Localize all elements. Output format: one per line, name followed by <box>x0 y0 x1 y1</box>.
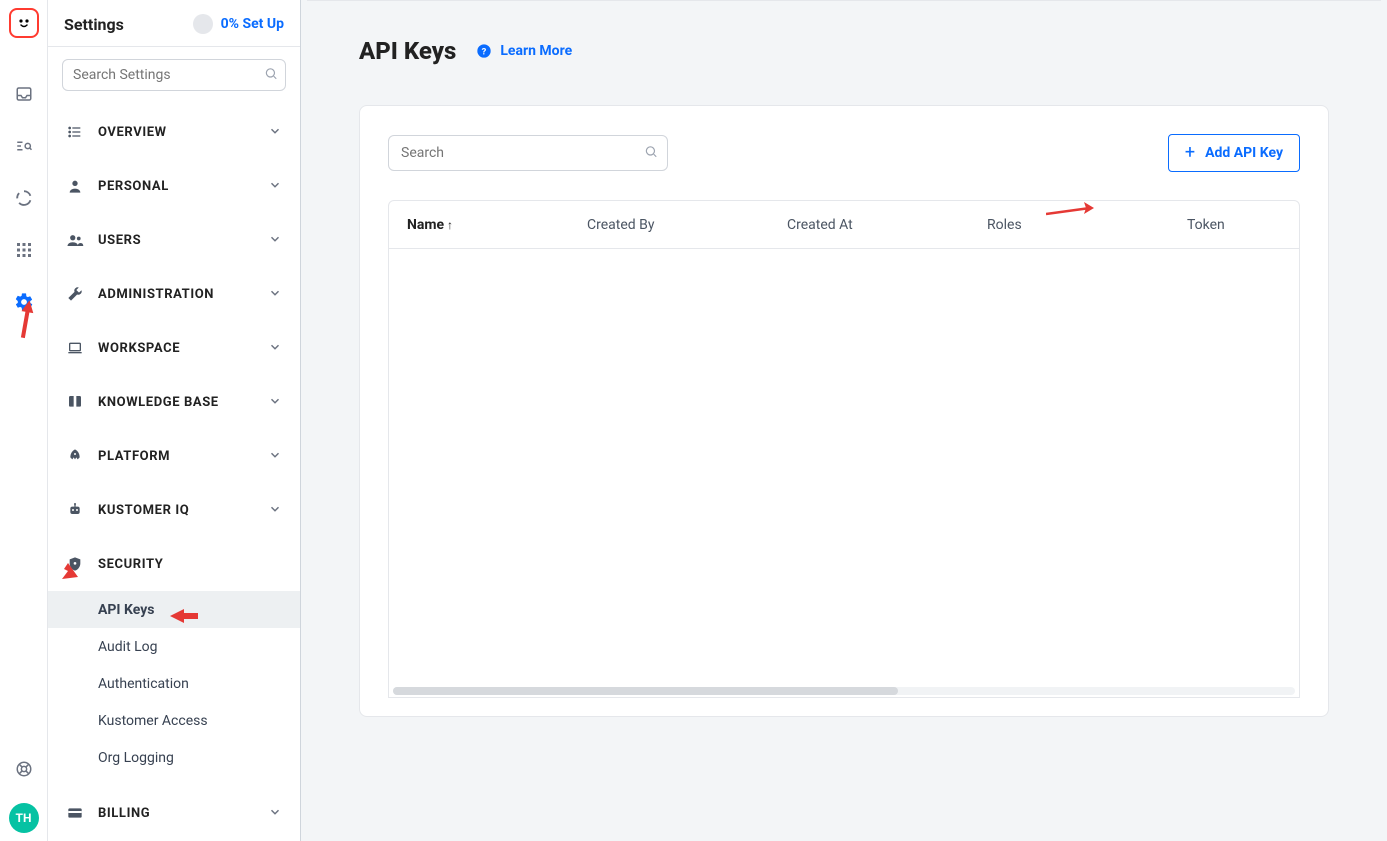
sort-asc-icon: ↑ <box>444 218 453 232</box>
nav-label: WORKSPACE <box>98 341 180 356</box>
nav-label: BILLING <box>98 806 150 821</box>
list-icon <box>66 124 84 140</box>
nav-label: PLATFORM <box>98 449 170 464</box>
nav-label: KNOWLEDGE BASE <box>98 395 219 410</box>
page-title-sidebar: Settings <box>64 15 124 34</box>
api-keys-table: Name ↑ Created By Created At Roles Token <box>388 200 1300 698</box>
chevron-down-icon <box>268 447 282 466</box>
nav-item-api-keys[interactable]: API Keys <box>48 591 300 628</box>
rail-help[interactable] <box>4 743 44 795</box>
nav-label: ADMINISTRATION <box>98 287 214 302</box>
nav-label: PERSONAL <box>98 179 169 194</box>
page-title: API Keys <box>359 37 456 65</box>
table-search-input[interactable] <box>388 135 668 171</box>
app-logo[interactable] <box>9 8 39 38</box>
search-icon <box>644 144 658 163</box>
user-avatar[interactable]: TH <box>9 803 39 833</box>
left-rail: TH <box>0 0 48 841</box>
settings-search <box>62 59 286 91</box>
add-api-key-button[interactable]: + Add API Key <box>1168 134 1300 172</box>
column-roles[interactable]: Roles <box>969 217 1169 233</box>
nav-item-authentication[interactable]: Authentication <box>48 665 300 702</box>
settings-nav: OVERVIEW PERSONAL USERS <box>48 103 300 841</box>
credit-card-icon <box>66 805 84 821</box>
nav-label: USERS <box>98 233 141 248</box>
rail-inbox[interactable] <box>4 68 44 120</box>
nav-label: KUSTOMER IQ <box>98 503 189 518</box>
horizontal-scrollbar[interactable] <box>393 687 1295 695</box>
nav-item-audit-log[interactable]: Audit Log <box>48 628 300 665</box>
nav-item-kustomer-access[interactable]: Kustomer Access <box>48 702 300 739</box>
rocket-icon <box>66 448 84 464</box>
laptop-icon <box>66 340 84 356</box>
nav-section-personal[interactable]: PERSONAL <box>48 159 300 213</box>
chevron-down-icon <box>268 285 282 304</box>
nav-label: SECURITY <box>98 557 163 572</box>
shield-icon <box>66 556 84 572</box>
chevron-down-icon <box>268 501 282 520</box>
robot-icon <box>66 502 84 518</box>
nav-section-platform[interactable]: PLATFORM <box>48 429 300 483</box>
rail-reports[interactable] <box>4 172 44 224</box>
chevron-down-icon <box>268 393 282 412</box>
nav-section-administration[interactable]: ADMINISTRATION <box>48 267 300 321</box>
add-button-label: Add API Key <box>1205 145 1283 161</box>
api-keys-card: + Add API Key Name ↑ Created By Created … <box>359 105 1329 717</box>
nav-section-security[interactable]: SECURITY <box>48 537 300 591</box>
chevron-down-icon <box>268 123 282 142</box>
column-token[interactable]: Token <box>1169 217 1269 233</box>
users-icon <box>66 231 84 249</box>
setup-progress[interactable]: 0% Set Up <box>193 14 284 34</box>
person-icon <box>66 178 84 194</box>
table-search <box>388 135 668 171</box>
setup-progress-label: 0% Set Up <box>221 16 284 32</box>
column-created-at[interactable]: Created At <box>769 217 969 233</box>
main-content-area: API Keys ? Learn More + Add API Key <box>301 0 1387 841</box>
nav-item-org-logging[interactable]: Org Logging <box>48 739 300 776</box>
chevron-down-icon <box>268 177 282 196</box>
learn-more-link[interactable]: ? Learn More <box>476 43 572 59</box>
rail-search-item[interactable] <box>4 120 44 172</box>
nav-section-users[interactable]: USERS <box>48 213 300 267</box>
chevron-down-icon <box>268 231 282 250</box>
column-name[interactable]: Name ↑ <box>389 217 569 233</box>
nav-section-knowledge-base[interactable]: KNOWLEDGE BASE <box>48 375 300 429</box>
svg-text:?: ? <box>482 46 487 57</box>
nav-section-kustomer-iq[interactable]: KUSTOMER IQ <box>48 483 300 537</box>
help-circle-icon: ? <box>476 43 492 59</box>
search-icon <box>264 66 278 85</box>
table-header: Name ↑ Created By Created At Roles Token <box>389 201 1299 249</box>
settings-search-input[interactable] <box>62 59 286 91</box>
wrench-icon <box>66 286 84 302</box>
security-subitems: API Keys Audit Log Authentication Kustom… <box>48 591 300 776</box>
book-icon <box>66 394 84 410</box>
nav-section-workspace[interactable]: WORKSPACE <box>48 321 300 375</box>
nav-label: OVERVIEW <box>98 125 167 140</box>
settings-sidebar: Settings 0% Set Up OVERVIEW <box>48 0 301 841</box>
column-created-by[interactable]: Created By <box>569 217 769 233</box>
scrollbar-thumb[interactable] <box>393 687 898 695</box>
learn-more-text: Learn More <box>500 43 572 59</box>
chevron-down-icon <box>268 339 282 358</box>
progress-circle-icon <box>193 14 213 34</box>
plus-icon: + <box>1185 144 1195 162</box>
rail-settings[interactable] <box>4 276 44 328</box>
rail-apps[interactable] <box>4 224 44 276</box>
chevron-down-icon <box>268 804 282 823</box>
nav-section-overview[interactable]: OVERVIEW <box>48 105 300 159</box>
nav-section-billing[interactable]: BILLING <box>48 786 300 840</box>
